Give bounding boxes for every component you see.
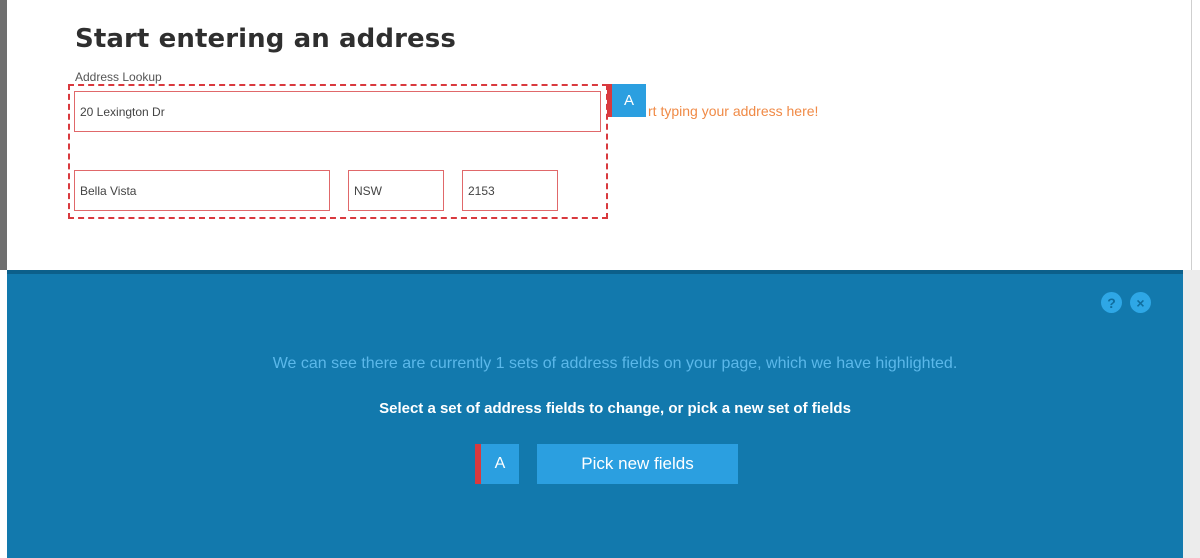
- close-icon[interactable]: ×: [1130, 292, 1151, 313]
- window-right-edge: [1191, 0, 1192, 270]
- page-title: Start entering an address: [75, 24, 456, 54]
- window-left-edge: [0, 0, 7, 270]
- select-set-instruction: Select a set of address fields to change…: [379, 400, 851, 417]
- address-sets-info-text: We can see there are currently 1 sets of…: [272, 355, 958, 372]
- state-field[interactable]: [348, 170, 444, 211]
- postcode-field[interactable]: [462, 170, 558, 211]
- suburb-field[interactable]: [74, 170, 330, 211]
- street-address-field[interactable]: [74, 91, 601, 132]
- start-typing-hint: rt typing your address here!: [648, 103, 819, 119]
- help-icon[interactable]: ?: [1101, 292, 1122, 313]
- address-set-a-button[interactable]: A: [475, 444, 519, 484]
- pick-new-fields-button[interactable]: Pick new fields: [537, 444, 738, 484]
- address-set-tag[interactable]: A: [607, 84, 646, 117]
- address-lookup-label: Address Lookup: [75, 70, 162, 84]
